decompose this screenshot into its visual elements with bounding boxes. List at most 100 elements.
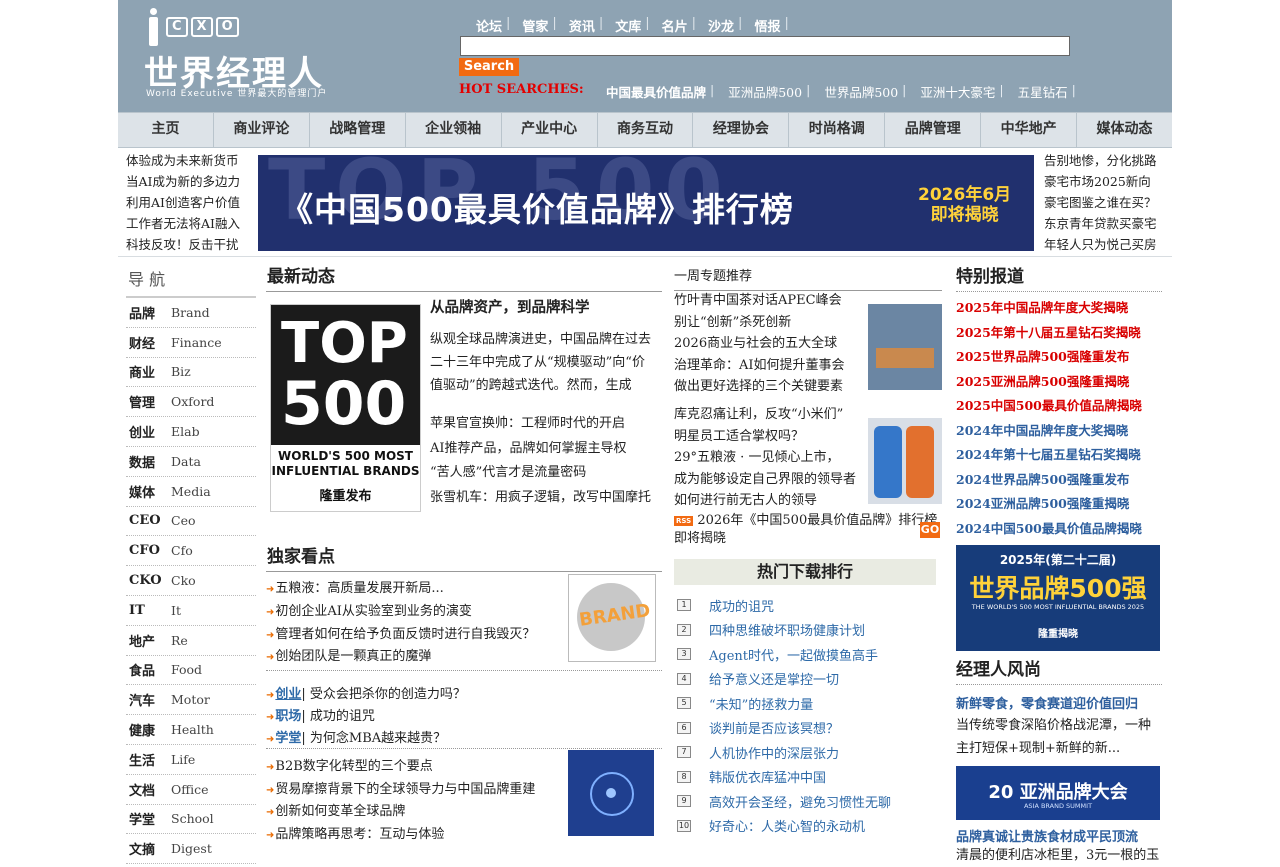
article-link[interactable]: ➜创始团队是一颗真正的魔弹 <box>266 646 535 669</box>
news-link[interactable]: 告别地惨，分化挑路 <box>1044 150 1162 171</box>
news-link[interactable]: 东京青年贷款买豪宅 <box>1044 213 1162 234</box>
sidebar-item-media[interactable]: 媒体 Media <box>126 477 256 507</box>
nav-interaction[interactable]: 商务互动 <box>598 113 694 147</box>
sidebar-item-health[interactable]: 健康 Health <box>126 715 256 745</box>
sidebar-item-brand[interactable]: 品牌 Brand <box>126 298 256 328</box>
news-link[interactable]: 工作者无法将AI融入 <box>126 213 246 234</box>
download-item[interactable]: 8 韩版优衣库猛冲中国 <box>674 765 936 790</box>
special-report-link[interactable]: 2025中国500最具价值品牌揭晓 <box>956 394 1162 419</box>
topnav-library[interactable]: 文库 <box>615 16 641 35</box>
nav-association[interactable]: 经理协会 <box>693 113 790 147</box>
sidebar-item-cko[interactable]: CKO Cko <box>126 566 256 596</box>
article-link[interactable]: AI推荐产品，品牌如何掌握主导权 <box>430 437 651 462</box>
nav-leaders[interactable]: 企业领袖 <box>406 113 502 147</box>
special-report-link[interactable]: 2025年中国品牌年度大奖揭晓 <box>956 296 1162 321</box>
search-input[interactable] <box>460 36 1070 56</box>
search-button[interactable]: Search <box>459 58 519 76</box>
phones-photo[interactable] <box>868 418 942 504</box>
sidebar-item-biz[interactable]: 商业 Biz <box>126 358 256 388</box>
feature-article-title[interactable]: 从品牌资产，到品牌科学 <box>430 296 590 317</box>
topnav-news[interactable]: 资讯 <box>569 16 595 35</box>
article-link[interactable]: 治理革命：AI如何提升董事会 <box>674 355 860 377</box>
article-link[interactable]: ➜B2B数字化转型的三个要点 <box>266 756 535 779</box>
article-link[interactable]: 如何进行前无古人的领导 <box>674 490 860 512</box>
nav-home[interactable]: 主页 <box>118 113 214 147</box>
sidebar-item-re[interactable]: 地产 Re <box>126 626 256 656</box>
article-link[interactable]: 成为能够设定自己界限的领导者 <box>674 469 860 491</box>
sidebar-item-school[interactable]: 学堂 School <box>126 805 256 835</box>
sidebar-item-data[interactable]: 数据 Data <box>126 447 256 477</box>
sidebar-item-cfo[interactable]: CFO Cfo <box>126 536 256 567</box>
hot-search-link[interactable]: 亚洲品牌500 <box>728 82 802 101</box>
sidebar-item-ceo[interactable]: CEO Ceo <box>126 507 256 537</box>
article-link[interactable]: 张雪机车：用疯子逻辑，改写中国摩托 <box>430 486 651 511</box>
sidebar-item-elab[interactable]: 创业 Elab <box>126 417 256 447</box>
hot-search-link[interactable]: 中国最具价值品牌 <box>606 82 706 101</box>
brand-ball-image[interactable]: BRAND <box>568 574 656 662</box>
article-link[interactable]: 苹果官宣换帅：工程师时代的开启 <box>430 412 651 437</box>
rss-icon[interactable]: RSS <box>674 515 694 526</box>
article-link[interactable]: 2026商业与社会的五大全球 <box>674 333 860 355</box>
sidebar-item-it[interactable]: IT It <box>126 596 256 626</box>
article-link[interactable]: ➜管理者如何在给予负面反馈时进行自我毁灭？ <box>266 624 535 647</box>
asia-brand-summit-banner[interactable]: 20 亚洲品牌大会 ASIA BRAND SUMMIT <box>956 766 1160 820</box>
nav-strategy[interactable]: 战略管理 <box>310 113 406 147</box>
hot-search-link[interactable]: 世界品牌500 <box>824 82 898 101</box>
tagged-link[interactable]: ➜创业| 受众会把杀你的创造力吗？ <box>266 684 466 706</box>
article-link[interactable]: 库克忍痛让利，反攻“小米们” <box>674 404 860 426</box>
tagged-link[interactable]: ➜学堂| 为何念MBA越来越贵？ <box>266 728 466 750</box>
news-link[interactable]: 体验成为未来新货币 <box>126 150 246 171</box>
link-tag[interactable]: 创业 <box>275 687 301 702</box>
nav-brand-management[interactable]: 品牌管理 <box>885 113 982 147</box>
nav-media[interactable]: 媒体动态 <box>1077 113 1172 147</box>
topnav-salon[interactable]: 沙龙 <box>708 16 734 35</box>
special-report-link[interactable]: 2024世界品牌500强隆重发布 <box>956 468 1162 493</box>
network-image[interactable] <box>568 750 654 836</box>
news-link[interactable]: 科技反攻！反击干扰 <box>126 234 246 255</box>
special-report-link[interactable]: 2025年第十八届五星钻石奖揭晓 <box>956 321 1162 346</box>
special-report-link[interactable]: 2024年中国品牌年度大奖揭晓 <box>956 419 1162 444</box>
nav-business-review[interactable]: 商业评论 <box>214 113 310 147</box>
article-link[interactable]: ➜贸易摩擦背景下的全球领导力与中国品牌重建 <box>266 779 535 802</box>
hot-search-link[interactable]: 亚洲十大豪宅 <box>920 82 995 101</box>
top500-feature-image[interactable]: TOP 500 WORLD'S 500 MOST INFLUENTIAL BRA… <box>270 304 421 512</box>
sidebar-item-life[interactable]: 生活 Life <box>126 745 256 775</box>
sidebar-item-digest[interactable]: 文摘 Digest <box>126 834 256 865</box>
world-brand-500-banner[interactable]: 2025年(第二十二届) 世界品牌500强 THE WORLD'S 500 MO… <box>956 545 1160 651</box>
nav-fashion[interactable]: 时尚格调 <box>789 113 886 147</box>
article-link[interactable]: 做出更好选择的三个关键要素 <box>674 376 860 398</box>
special-report-link[interactable]: 2024年第十七届五星钻石奖揭晓 <box>956 443 1162 468</box>
style-article-title[interactable]: 品牌真诚让贵族食材成平民顶流 <box>956 826 1162 845</box>
sidebar-item-food[interactable]: 食品 Food <box>126 656 256 686</box>
article-link[interactable]: 竹叶青中国茶对话APEC峰会 <box>674 290 860 312</box>
apec-photo[interactable] <box>868 304 942 390</box>
article-link[interactable]: 别让“创新”杀死创新 <box>674 312 860 334</box>
news-link[interactable]: 豪宅图鉴之谁在买？ <box>1044 192 1162 213</box>
link-tag[interactable]: 职场 <box>275 709 301 724</box>
topnav-forum[interactable]: 论坛 <box>476 16 502 35</box>
sidebar-item-finance[interactable]: 财经 Finance <box>126 328 256 358</box>
article-link[interactable]: ➜五粮液：高质量发展开新局... <box>266 578 535 601</box>
news-link[interactable]: 当AI成为新的多边力 <box>126 171 246 192</box>
style-article-title[interactable]: 新鲜零食，零食赛道迎价值回归 <box>956 693 1162 712</box>
download-item[interactable]: 7 人机协作中的深层张力 <box>674 740 936 765</box>
special-report-link[interactable]: 2024中国500最具价值品牌揭晓 <box>956 517 1162 542</box>
topnav-cards[interactable]: 名片 <box>662 16 688 35</box>
rss-link[interactable]: 2026年《中国500最具价值品牌》排行榜即将揭晓 <box>674 513 937 546</box>
go-button[interactable]: GO <box>920 522 940 538</box>
sidebar-item-motor[interactable]: 汽车 Motor <box>126 685 256 716</box>
news-link[interactable]: 豪宅市场2025新向 <box>1044 171 1162 192</box>
article-link[interactable]: ➜品牌策略再思考：互动与体验 <box>266 824 535 847</box>
top500-banner[interactable]: TOP 500 《中国500最具价值品牌》排行榜 2026年6月 即将揭晓 <box>258 155 1034 251</box>
tagged-link[interactable]: ➜职场| 成功的诅咒 <box>266 706 466 728</box>
special-report-link[interactable]: 2025世界品牌500强隆重发布 <box>956 345 1162 370</box>
news-link[interactable]: 年轻人只为悦己买房 <box>1044 234 1162 255</box>
download-item[interactable]: 5 “未知”的拯救力量 <box>674 691 936 716</box>
article-link[interactable]: ➜创新如何变革全球品牌 <box>266 801 535 824</box>
topnav-butler[interactable]: 管家 <box>522 16 548 35</box>
download-item[interactable]: 9 高效开会圣经，避免习惯性无聊 <box>674 789 936 814</box>
sidebar-item-oxford[interactable]: 管理 Oxford <box>126 387 256 418</box>
special-report-link[interactable]: 2025亚洲品牌500强隆重揭晓 <box>956 370 1162 395</box>
article-link[interactable]: “苦人感”代言才是流量密码 <box>430 461 651 486</box>
link-tag[interactable]: 学堂 <box>275 731 301 746</box>
